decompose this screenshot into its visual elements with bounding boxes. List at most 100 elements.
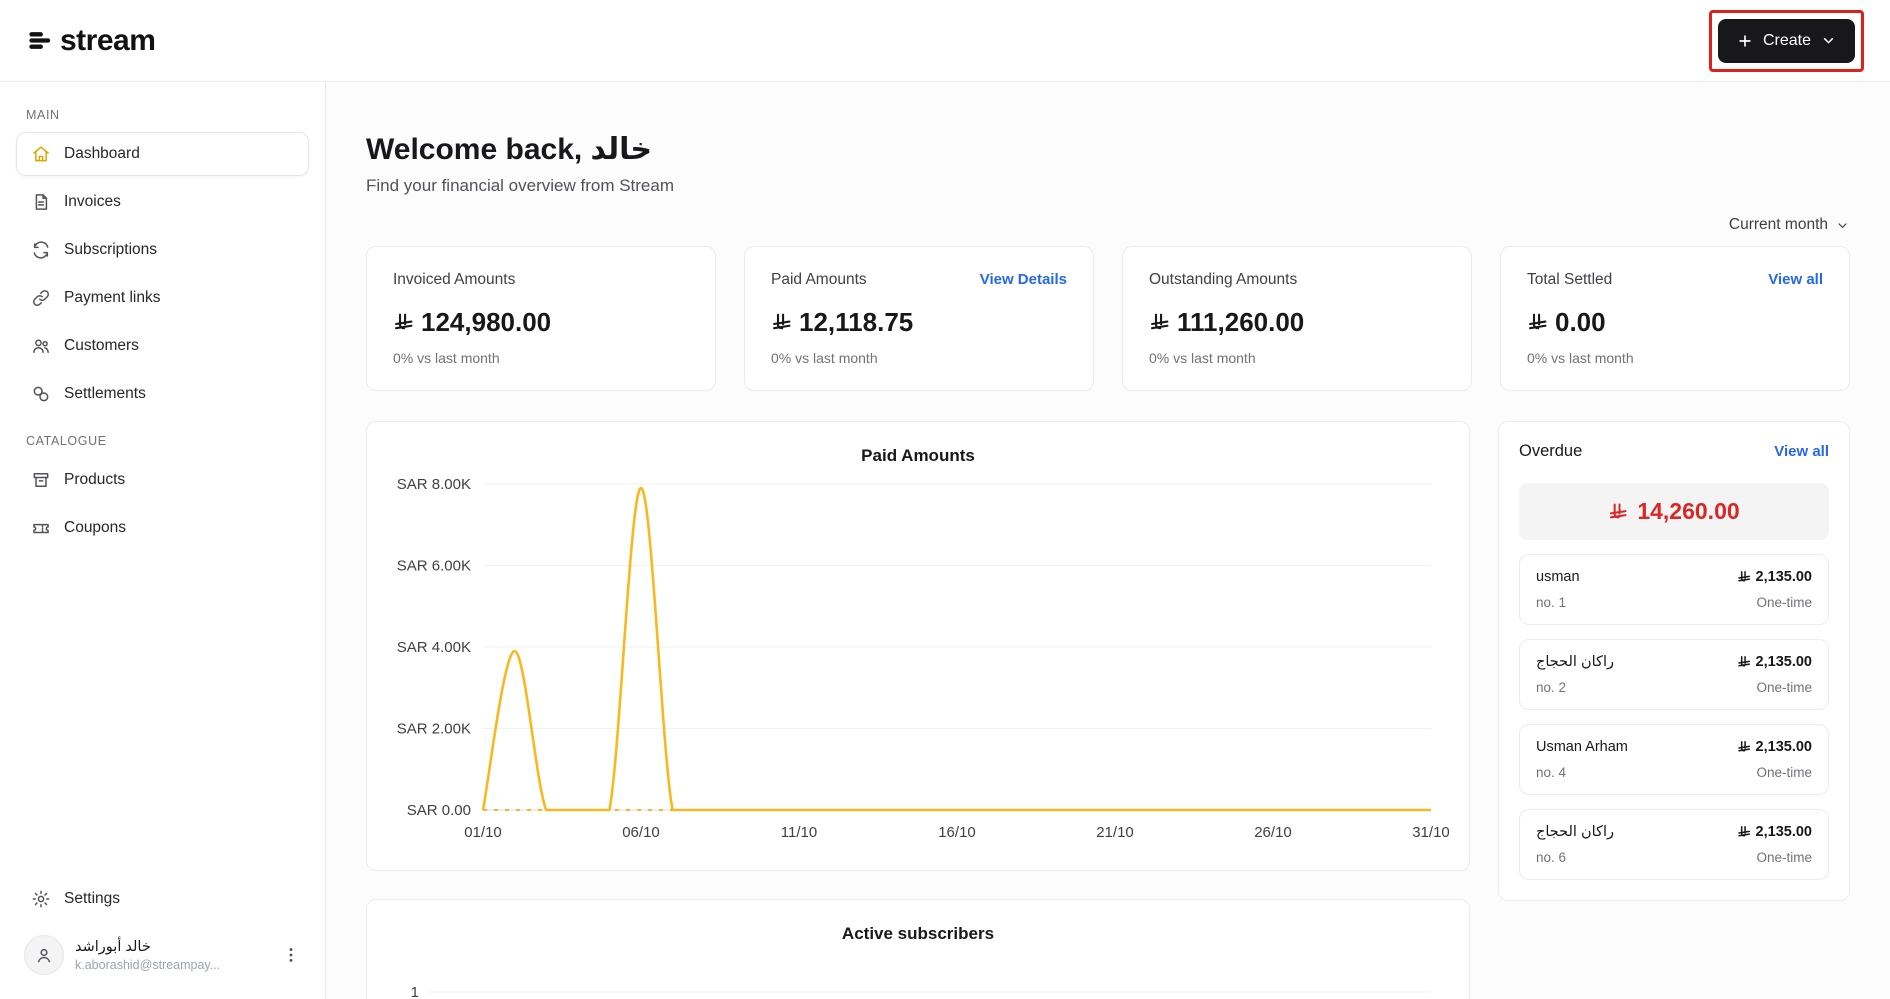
sidebar-item-payment-links[interactable]: Payment links [16, 276, 309, 320]
plus-icon [1736, 32, 1754, 50]
sar-currency-icon [1608, 502, 1628, 522]
coupons-icon [31, 518, 51, 538]
invoice-number: no. 4 [1536, 765, 1567, 780]
sar-currency-icon [771, 312, 792, 333]
stat-link[interactable]: View all [1768, 271, 1823, 288]
svg-text:SAR 6.00K: SAR 6.00K [397, 558, 471, 575]
active-subscribers-chart: 1 [387, 946, 1449, 999]
chart-title: Paid Amounts [861, 446, 975, 465]
svg-text:SAR 8.00K: SAR 8.00K [397, 476, 471, 493]
sar-currency-icon [393, 312, 414, 333]
overdue-item[interactable]: Usman Arham 2,135.00 no. 4 One-time [1519, 724, 1829, 795]
chevron-down-icon [1820, 32, 1837, 49]
sidebar-section: MAIN Dashboard Invoices Subscriptions Pa… [16, 108, 309, 416]
stat-delta: 0% vs last month [771, 350, 878, 366]
user-profile[interactable]: خالد أبوراشد k.aborashid@streampay... [16, 925, 309, 985]
sidebar-item-customers[interactable]: Customers [16, 324, 309, 368]
sidebar: MAIN Dashboard Invoices Subscriptions Pa… [0, 82, 326, 999]
stream-logo-icon [26, 27, 53, 54]
sidebar-item-settings[interactable]: Settings [16, 877, 309, 921]
customer-name: راكان الحجاج [1536, 824, 1614, 840]
invoice-icon [31, 192, 51, 212]
sidebar-item-dashboard[interactable]: Dashboard [16, 132, 309, 176]
overdue-item[interactable]: usman 2,135.00 no. 1 One-time [1519, 554, 1829, 625]
sar-currency-icon [1737, 655, 1751, 669]
create-button[interactable]: Create [1717, 18, 1855, 63]
svg-text:SAR 4.00K: SAR 4.00K [397, 639, 471, 656]
user-email: k.aborashid@streampay... [75, 957, 221, 972]
logo: stream [26, 23, 156, 58]
svg-text:31/10: 31/10 [1412, 824, 1449, 841]
period-selector[interactable]: Current month [1729, 216, 1850, 234]
overdue-amount: 2,135.00 [1737, 824, 1812, 840]
chevron-down-icon [1835, 218, 1850, 233]
create-label: Create [1762, 31, 1811, 49]
payment-type: One-time [1756, 595, 1812, 610]
sidebar-item-label: Subscriptions [64, 241, 158, 258]
overdue-item[interactable]: راكان الحجاج 2,135.00 no. 6 One-time [1519, 809, 1829, 880]
paid-amounts-chart: SAR 0.00 SAR 2.00K SAR 4.00K SAR 6.00K SAR 8… [387, 468, 1450, 859]
app: stream Create MAIN Dashboard Invoices Su… [0, 0, 1890, 999]
svg-text:26/10: 26/10 [1254, 824, 1292, 841]
sidebar-item-label: Products [64, 471, 126, 488]
sidebar-section-label: CATALOGUE [26, 434, 107, 448]
svg-text:SAR 2.00K: SAR 2.00K [397, 721, 471, 738]
sidebar-item-label: Invoices [64, 193, 121, 210]
logo-text: stream [60, 23, 156, 57]
stat-card-invoiced-amounts: Invoiced Amounts 124,980.00 0% vs last m… [366, 246, 716, 391]
overdue-item[interactable]: راكان الحجاج 2,135.00 no. 2 One-time [1519, 639, 1829, 710]
sar-currency-icon [1737, 740, 1751, 754]
kebab-menu-icon[interactable] [281, 945, 301, 965]
customer-name: Usman Arham [1536, 739, 1628, 755]
stat-cards-row: Invoiced Amounts 124,980.00 0% vs last m… [366, 246, 1850, 391]
user-name: خالد أبوراشد [75, 938, 151, 955]
dashboard-grid: Paid Amounts SAR 0.00 SAR 2.00K SAR 4.00K S… [366, 421, 1850, 999]
sidebar-item-invoices[interactable]: Invoices [16, 180, 309, 224]
sar-currency-icon [1149, 312, 1170, 333]
stat-title: Paid Amounts [771, 271, 867, 288]
sar-currency-icon [1737, 570, 1751, 584]
sar-currency-icon [1737, 825, 1751, 839]
main-content: Welcome back, خالد Find your financial o… [326, 82, 1890, 999]
payment-type: One-time [1756, 850, 1812, 865]
sidebar-item-settlements[interactable]: Settlements [16, 372, 309, 416]
sidebar-item-subscriptions[interactable]: Subscriptions [16, 228, 309, 272]
invoice-number: no. 2 [1536, 680, 1567, 695]
overdue-amount: 2,135.00 [1737, 739, 1812, 755]
sidebar-item-coupons[interactable]: Coupons [16, 506, 309, 550]
home-icon [31, 144, 51, 164]
stat-title: Invoiced Amounts [393, 271, 516, 288]
stat-amount: 0.00 [1527, 307, 1823, 338]
settlements-icon [31, 384, 51, 404]
sidebar-bottom: Settings خالد أبوراشد k.aborashid@stream… [16, 877, 309, 985]
overdue-view-all-link[interactable]: View all [1774, 443, 1829, 460]
overdue-total-amount: 14,260.00 [1637, 498, 1740, 524]
stat-amount: 124,980.00 [393, 307, 689, 338]
sidebar-item-products[interactable]: Products [16, 458, 309, 502]
charts-column: Paid Amounts SAR 0.00 SAR 2.00K SAR 4.00K S… [366, 421, 1470, 999]
avatar [24, 935, 64, 975]
svg-text:01/10: 01/10 [464, 824, 502, 841]
stat-card-outstanding-amounts: Outstanding Amounts 111,260.00 0% vs las… [1122, 246, 1472, 391]
paid-amounts-chart-card: Paid Amounts SAR 0.00 SAR 2.00K SAR 4.00K S… [366, 421, 1470, 871]
invoice-number: no. 6 [1536, 850, 1567, 865]
stat-link[interactable]: View Details [980, 271, 1067, 288]
subscriptions-icon [31, 240, 51, 260]
overdue-title: Overdue [1519, 442, 1583, 460]
overdue-total: 14,260.00 [1519, 483, 1829, 540]
stat-delta: 0% vs last month [393, 350, 500, 366]
svg-text:16/10: 16/10 [938, 824, 976, 841]
overdue-card: Overdue View all 14,260.00 usman 2,135.0… [1498, 421, 1850, 901]
overdue-amount: 2,135.00 [1737, 569, 1812, 585]
overdue-amount: 2,135.00 [1737, 654, 1812, 670]
customers-icon [31, 336, 51, 356]
person-icon [34, 945, 54, 965]
page-title: Welcome back, خالد [366, 133, 653, 166]
products-icon [31, 470, 51, 490]
stat-card-total-settled: Total Settled View all 0.00 0% vs last m… [1500, 246, 1850, 391]
overdue-list: usman 2,135.00 no. 1 One-time راكان الحج… [1519, 554, 1829, 880]
svg-text:06/10: 06/10 [622, 824, 660, 841]
sidebar-item-label: Payment links [64, 289, 161, 306]
chart-title: Active subscribers [841, 924, 995, 943]
stat-title: Total Settled [1527, 271, 1613, 288]
